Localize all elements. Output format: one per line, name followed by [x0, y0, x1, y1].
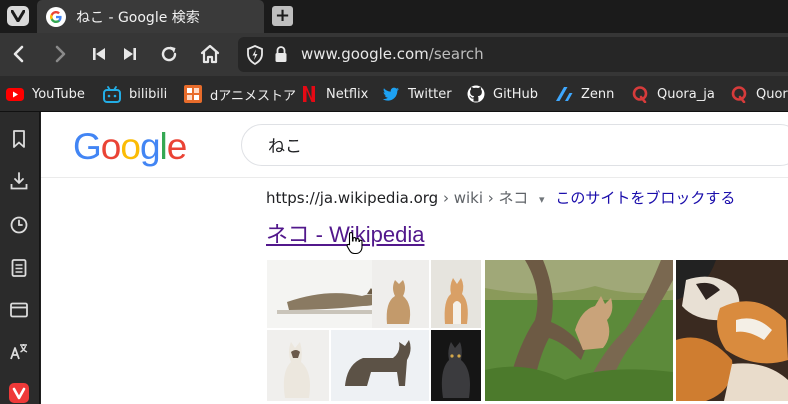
web-page: Google https://ja.wikipedia.org › wiki ›… [41, 112, 788, 404]
result-breadcrumb: https://ja.wikipedia.org › wiki › ネコ ▾ こ… [266, 187, 735, 208]
twitter-icon [382, 85, 400, 103]
vivaldi-v-icon [11, 10, 25, 22]
result-menu-caret-icon[interactable]: ▾ [539, 193, 545, 206]
logo-letter: l [159, 126, 168, 167]
bookmark-quora-ja[interactable]: Quora_ja [631, 85, 715, 103]
result-site-url[interactable]: https://ja.wikipedia.org [266, 189, 438, 207]
translate-icon [10, 344, 28, 360]
download-icon [10, 172, 28, 190]
lock-icon[interactable] [274, 46, 288, 67]
chevron-right-icon [55, 45, 66, 63]
bookmark-netflix[interactable]: Netflix [300, 85, 368, 103]
tab-strip: ねこ - Google 検索 + [0, 0, 788, 33]
search-input[interactable] [268, 134, 568, 154]
window-icon [10, 302, 28, 318]
sleeping-cats-photo-image [676, 260, 788, 401]
github-icon [467, 85, 485, 103]
bookmark-github[interactable]: GitHub [467, 85, 538, 103]
tab-title: ねこ - Google 検索 [76, 9, 200, 26]
bookmark-twitter[interactable]: Twitter [382, 85, 452, 103]
result-image-sleeping-cats[interactable] [676, 260, 788, 401]
logo-letter: g [139, 126, 161, 167]
logo-letter: o [120, 126, 141, 167]
bookmark-label: Netflix [326, 86, 369, 102]
skip-forward-icon [124, 48, 136, 60]
bookmark-danime[interactable]: dアニメストア [184, 85, 296, 104]
url-host: www.google.com [301, 45, 429, 63]
reload-icon [161, 46, 177, 62]
search-box[interactable] [241, 124, 788, 166]
reload-button[interactable] [157, 42, 181, 66]
cat-photo-grid-image [267, 260, 481, 401]
translate-panel-button[interactable] [8, 341, 30, 363]
rewind-button[interactable] [87, 42, 111, 66]
bookmarks-panel-button[interactable] [8, 128, 30, 150]
bookmark-label: dアニメストア [210, 88, 296, 104]
logo-letter: e [166, 126, 188, 167]
chevron-left-icon [13, 45, 24, 63]
google-logo[interactable]: Google [73, 126, 188, 168]
bookmark-quora[interactable]: Quor [730, 85, 788, 103]
address-bar[interactable]: www.google.com/search [238, 37, 788, 72]
history-panel-button[interactable] [8, 214, 30, 236]
notes-panel-button[interactable] [8, 257, 30, 279]
home-icon [200, 44, 220, 64]
zenn-icon [555, 85, 573, 103]
vivaldi-panel-button[interactable] [8, 382, 30, 404]
downloads-panel-button[interactable] [8, 170, 30, 192]
address-url: www.google.com/search [301, 45, 484, 63]
result-image-cat-in-tree[interactable] [485, 260, 673, 401]
result-image-collage[interactable] [267, 260, 481, 401]
new-tab-button[interactable]: + [272, 6, 293, 26]
bookmark-label: Twitter [408, 86, 452, 102]
google-header: Google [41, 112, 788, 178]
clock-icon [10, 216, 28, 234]
active-tab[interactable]: ねこ - Google 検索 [37, 0, 264, 33]
window-panel-button[interactable] [8, 299, 30, 321]
bookmark-zenn[interactable]: Zenn [555, 85, 614, 103]
bookmark-label: Quor [756, 86, 788, 102]
bookmark-label: Zenn [581, 86, 615, 102]
result-path: › wiki › ネコ [442, 189, 529, 207]
youtube-icon [6, 85, 24, 103]
navigation-toolbar: www.google.com/search [0, 33, 788, 76]
block-site-link[interactable]: このサイトをブロックする [555, 189, 735, 207]
google-favicon-icon [46, 6, 66, 27]
quora-icon [730, 85, 748, 103]
logo-letter: o [100, 126, 122, 167]
skip-back-icon [93, 48, 105, 60]
notes-icon [11, 259, 27, 277]
logo-letter: G [73, 126, 102, 167]
bookmark-label: Quora_ja [657, 86, 715, 102]
bookmark-youtube[interactable]: YouTube [6, 85, 85, 103]
bookmark-icon [13, 130, 25, 148]
fast-forward-button[interactable] [118, 42, 142, 66]
bookmark-label: bilibili [129, 86, 168, 102]
bookmarks-bar: YouTube bilibili dアニメストア Netflix Twitter… [0, 76, 788, 112]
shield-icon[interactable] [246, 45, 264, 69]
netflix-icon [300, 85, 318, 103]
bookmark-label: YouTube [32, 86, 85, 102]
url-path: /search [428, 45, 484, 63]
quora-icon [631, 85, 649, 103]
bilibili-icon [103, 85, 121, 103]
vivaldi-logo-icon [9, 383, 29, 403]
forward-button[interactable] [49, 42, 73, 66]
vivaldi-menu-button[interactable] [7, 6, 29, 26]
hand-cursor-icon [346, 231, 363, 255]
cat-tree-photo-image [485, 260, 673, 401]
bookmark-bilibili[interactable]: bilibili [103, 85, 167, 103]
home-button[interactable] [198, 42, 222, 66]
bookmark-label: GitHub [493, 86, 539, 102]
danime-icon [184, 85, 202, 103]
side-panel [0, 112, 40, 404]
back-button[interactable] [6, 42, 30, 66]
